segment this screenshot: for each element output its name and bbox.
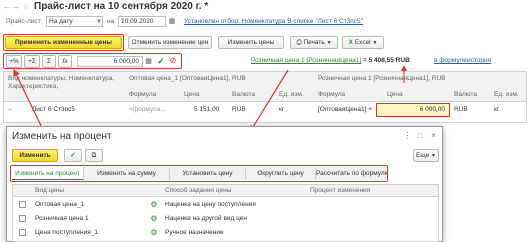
price-method-icon: ⚙ [150,228,158,237]
row-type: Оптовая цена_1 [35,201,85,208]
col-percent-header: Процент изменения [310,187,371,194]
price-method-icon: ⚙ [150,200,158,209]
dialog-table: Вид цены Способ задания цены Процент изм… [12,184,439,242]
table-row[interactable]: Цена поступления_1 ⚙ Ручное назначение [13,226,438,240]
tab-round-price[interactable]: Округлить цену [246,167,316,180]
row-method: Ручное назначение [165,229,224,236]
check-all-button[interactable]: ✓ [64,149,82,162]
table-row[interactable]: Оптовая цена_1 ⚙ Наценка на цену поступл… [13,198,438,212]
dialog-more-label: Еще [416,152,430,159]
close-icon[interactable]: × [429,131,438,141]
tabs-bar: Изменить на процент Изменить на сумму Ус… [12,167,388,180]
copy-icon: ⧉ [91,152,97,159]
more-options-icon[interactable]: ⋮ [403,131,412,141]
row-type: Цена поступления_1 [35,229,99,236]
price-method-icon: ⚙ [150,214,158,223]
col-method-header: Способ задания цены [165,187,232,194]
dialog-title: Изменить на процент [12,131,112,142]
chevron-down-icon: ▼ [431,153,436,159]
row-checkbox[interactable] [19,201,26,208]
table-row[interactable]: Розничная цена 1 ⚙ Наценка на другой вид… [13,212,438,226]
maximize-icon[interactable]: □ [416,131,425,141]
row-method: Наценка на цену поступления [165,201,256,208]
row-checkbox[interactable] [19,215,26,222]
copy-button[interactable]: ⧉ [85,149,103,162]
row-type: Розничная цена 1 [35,215,89,222]
dialog-more-button[interactable]: Еще ▼ [413,149,439,162]
change-percent-dialog: Изменить на процент ⋮ □ × Изменить ✓ ⧉ Е… [6,126,443,242]
col-type-header: Вид цены [35,187,65,194]
change-button[interactable]: Изменить [12,149,58,162]
tab-calc-formula[interactable]: Рассчитать по формуле [316,167,388,180]
row-checkbox[interactable] [19,229,26,236]
tab-change-sum[interactable]: Изменить на сумму [84,167,170,180]
check-icon: ✓ [70,152,76,159]
row-method: Наценка на другой вид цен [165,215,247,222]
tab-change-percent[interactable]: Изменить на процент [12,167,84,180]
tab-set-price[interactable]: Установить цену [170,167,246,180]
